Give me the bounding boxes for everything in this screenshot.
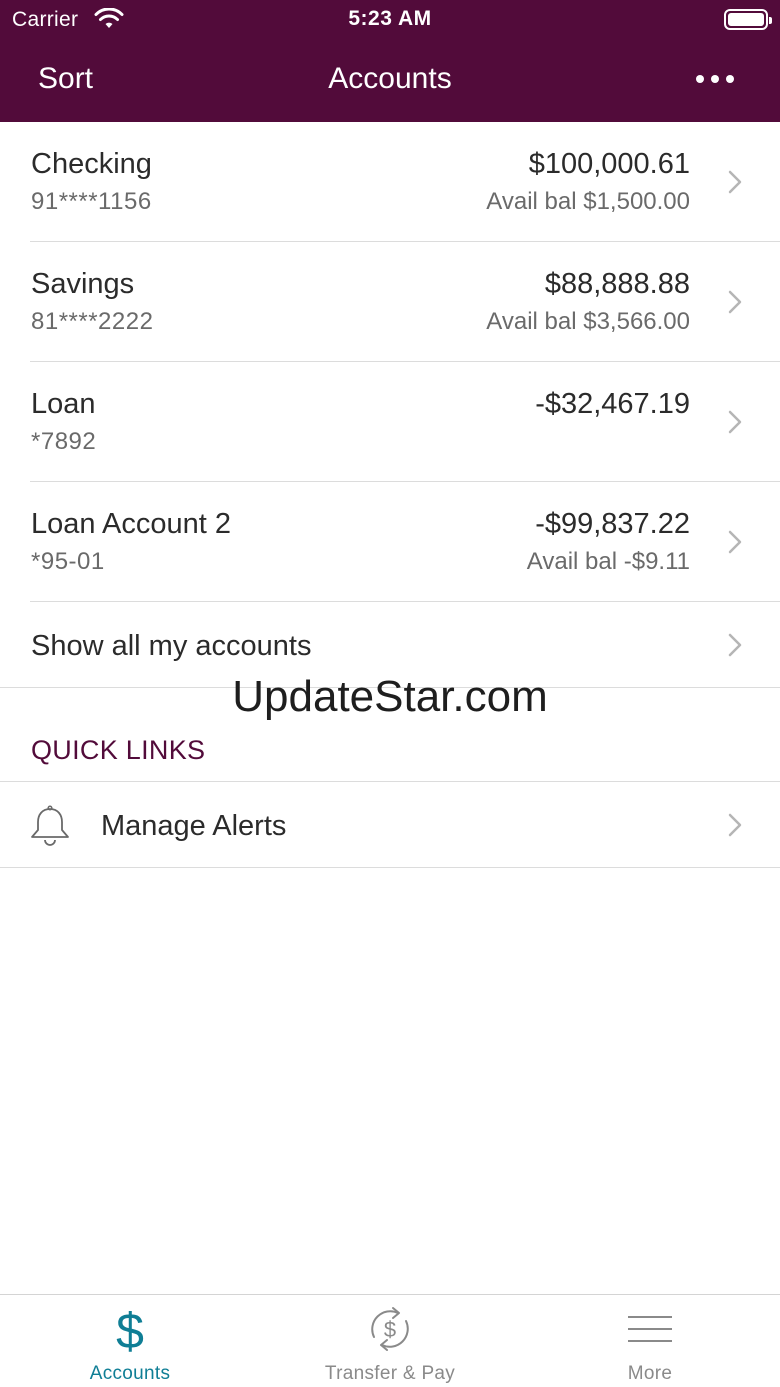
- account-row-savings[interactable]: Savings 81****2222 $88,888.88 Avail bal …: [0, 242, 780, 362]
- chevron-right-icon: [728, 170, 742, 194]
- account-balance: $100,000.61: [528, 148, 690, 180]
- account-available-balance: Avail bal $1,500.00: [486, 188, 690, 215]
- account-row-checking[interactable]: Checking 91****1156 $100,000.61 Avail ba…: [0, 122, 780, 242]
- chevron-right-icon: [728, 290, 742, 314]
- battery-icon: [724, 9, 772, 30]
- page-title: Accounts: [328, 62, 452, 95]
- account-balance: -$32,467.19: [535, 388, 690, 420]
- status-time: 5:23 AM: [348, 7, 432, 30]
- account-name: Savings: [31, 268, 135, 300]
- chevron-right-icon: [728, 813, 742, 837]
- tab-accounts[interactable]: $ Accounts: [0, 1295, 260, 1387]
- dollar-icon: $: [116, 1303, 144, 1355]
- account-name: Loan: [31, 388, 96, 420]
- tab-label: Accounts: [89, 1363, 171, 1384]
- account-balance: $88,888.88: [544, 268, 690, 300]
- account-row-loan-account-2[interactable]: Loan Account 2 *95-01 -$99,837.22 Avail …: [0, 482, 780, 602]
- account-balance: -$99,837.22: [535, 508, 690, 540]
- svg-text:$: $: [384, 1317, 396, 1342]
- chevron-right-icon: [728, 530, 742, 554]
- accounts-list: Checking 91****1156 $100,000.61 Avail ba…: [0, 122, 780, 688]
- more-dots-icon[interactable]: [696, 75, 734, 83]
- hamburger-menu-icon: [628, 1316, 672, 1342]
- manage-alerts-row[interactable]: Manage Alerts: [0, 781, 780, 868]
- account-available-balance: Avail bal $3,566.00: [486, 308, 690, 335]
- nav-bar: Sort Accounts: [0, 50, 780, 110]
- status-bar: Carrier 5:23 AM: [0, 0, 780, 40]
- account-name: Loan Account 2: [31, 508, 231, 540]
- bell-icon: [31, 805, 69, 846]
- chevron-right-icon: [728, 410, 742, 434]
- tab-bar: $ Accounts $ Transfer & Pay More: [0, 1294, 780, 1387]
- account-number: *7892: [31, 428, 97, 455]
- tab-label: Transfer & Pay: [324, 1363, 456, 1384]
- svg-text:$: $: [116, 1303, 144, 1355]
- account-number: 91****1156: [31, 188, 152, 215]
- account-available-balance: Avail bal -$9.11: [526, 548, 690, 575]
- tab-transfer-pay[interactable]: $ Transfer & Pay: [260, 1295, 520, 1387]
- transfer-dollar-icon: $: [371, 1307, 409, 1351]
- show-all-accounts-label: Show all my accounts: [31, 630, 312, 662]
- watermark: UpdateStar.com: [232, 672, 548, 721]
- chevron-right-icon: [728, 633, 742, 657]
- account-name: Checking: [31, 148, 152, 180]
- account-row-loan[interactable]: Loan *7892 -$32,467.19: [0, 362, 780, 482]
- tab-label: More: [627, 1363, 673, 1384]
- account-number: *95-01: [31, 548, 105, 575]
- quick-links-heading: QUICK LINKS: [31, 735, 206, 765]
- account-number: 81****2222: [31, 308, 154, 335]
- top-bar: Carrier 5:23 AM Sort Accounts: [0, 0, 780, 122]
- manage-alerts-label: Manage Alerts: [101, 810, 287, 842]
- tab-more[interactable]: More: [520, 1295, 780, 1387]
